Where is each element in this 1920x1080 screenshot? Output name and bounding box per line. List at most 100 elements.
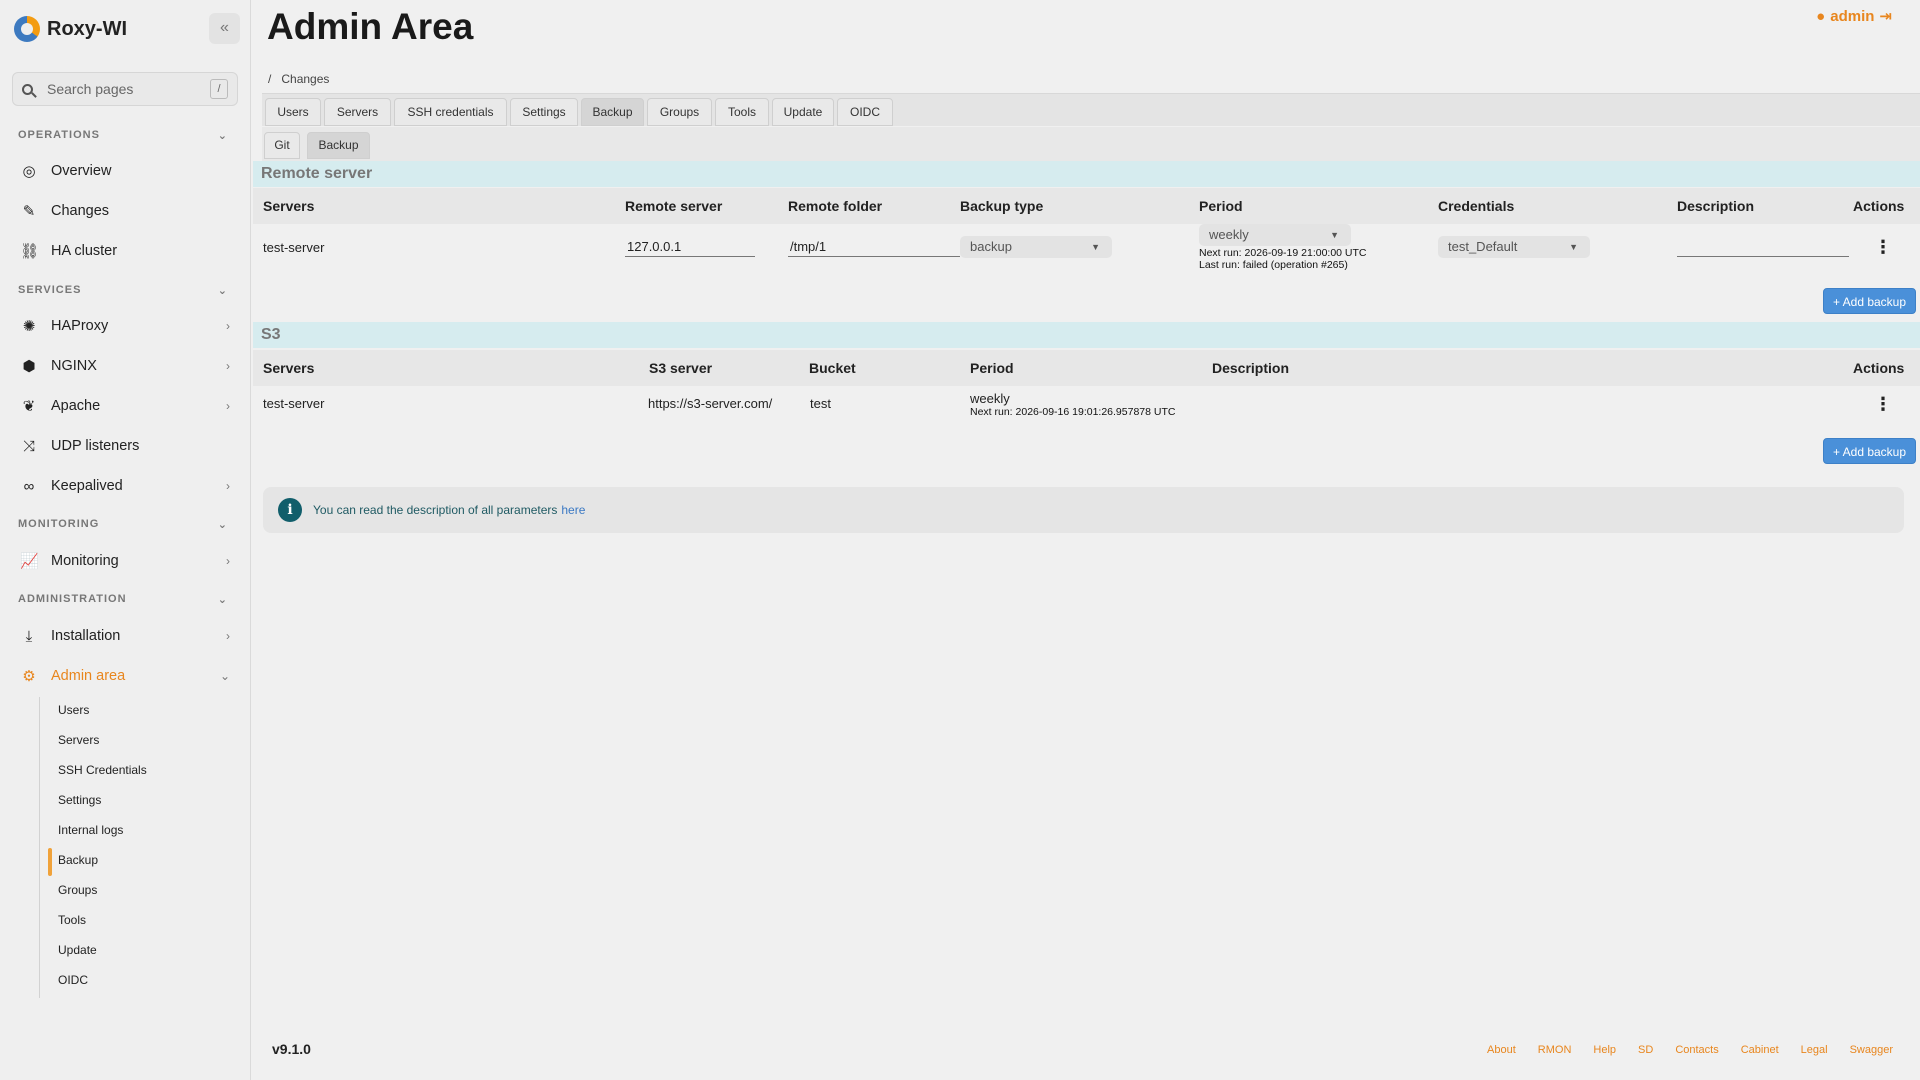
server-name: test-server — [263, 396, 325, 411]
sidebar-item-apache[interactable]: ❦ Apache › — [20, 392, 230, 420]
submenu-item-ssh-credentials[interactable]: SSH Credentials — [58, 760, 147, 780]
server-name: test-server — [263, 240, 325, 255]
section-operations[interactable]: OPERATIONS ⌄ — [18, 129, 228, 142]
section-services[interactable]: SERVICES ⌄ — [18, 284, 228, 297]
footer-link-cabinet[interactable]: Cabinet — [1741, 1044, 1779, 1056]
footer-link-legal[interactable]: Legal — [1801, 1044, 1828, 1056]
select-value: test_Default — [1448, 239, 1518, 254]
tab-users[interactable]: Users — [265, 98, 321, 126]
subtab-backup[interactable]: Backup — [307, 132, 370, 159]
sidebar-item-label: HA cluster — [51, 243, 118, 259]
footer-link-help[interactable]: Help — [1593, 1044, 1616, 1056]
sidebar-item-installation[interactable]: ⤓ Installation › — [20, 622, 230, 650]
breadcrumb-separator: / — [268, 72, 272, 86]
submenu-item-oidc[interactable]: OIDC — [58, 970, 88, 990]
add-remote-backup-button[interactable]: + Add backup — [1823, 288, 1916, 314]
section-monitoring[interactable]: MONITORING ⌄ — [18, 518, 228, 531]
footer-link-rmon[interactable]: RMON — [1538, 1044, 1572, 1056]
sidebar-item-overview[interactable]: ◎ Overview — [20, 157, 230, 185]
actions-menu-icon[interactable]: ⋮ — [1874, 395, 1892, 413]
tab-oidc[interactable]: OIDC — [837, 98, 893, 126]
sidebar-item-label: UDP listeners — [51, 438, 140, 454]
backup-type-select[interactable]: backup ▼ — [960, 236, 1112, 258]
sidebar-item-label: Installation — [51, 628, 121, 644]
tab-settings[interactable]: Settings — [510, 98, 578, 126]
info-link[interactable]: here — [561, 503, 585, 517]
active-indicator — [48, 848, 52, 876]
column-header: Servers — [263, 198, 315, 214]
sidebar-item-changes[interactable]: ✎ Changes — [20, 197, 230, 225]
sidebar-item-label: Overview — [51, 163, 112, 179]
caret-down-icon: ▼ — [1330, 230, 1339, 240]
remote-folder-input[interactable] — [788, 237, 960, 257]
remote-server-input[interactable] — [625, 237, 755, 257]
sidebar-item-udp-listeners[interactable]: ⤨ UDP listeners — [20, 432, 230, 460]
page-title: Admin Area — [267, 6, 474, 47]
chevron-right-icon: › — [226, 399, 230, 413]
tab-tools[interactable]: Tools — [715, 98, 769, 126]
sidebar-item-nginx[interactable]: ⬢ NGINX › — [20, 352, 230, 380]
brand[interactable]: Roxy-WI — [14, 14, 127, 44]
column-header: Remote server — [625, 198, 723, 214]
gear-icon: ⚙ — [22, 668, 36, 685]
submenu-item-groups[interactable]: Groups — [58, 880, 97, 900]
sidebar-item-admin-area[interactable]: ⚙ Admin area ⌄ — [20, 662, 230, 690]
sidebar-item-label: NGINX — [51, 358, 97, 374]
s3-server-url: https://s3-server.com/ — [648, 396, 773, 411]
period-value: weekly — [970, 391, 1010, 406]
last-run: Last run: failed (operation #265) — [1199, 259, 1348, 271]
section-administration[interactable]: ADMINISTRATION ⌄ — [18, 593, 228, 606]
footer-link-swagger[interactable]: Swagger — [1850, 1044, 1893, 1056]
user-menu[interactable]: ● admin ⇥ — [1816, 7, 1892, 26]
column-header: Actions — [1853, 198, 1905, 214]
submenu-item-settings[interactable]: Settings — [58, 790, 101, 810]
cluster-icon: ⛓ — [20, 243, 40, 260]
sidebar-item-label: Monitoring — [51, 553, 119, 569]
tab-groups[interactable]: Groups — [647, 98, 712, 126]
column-header: Description — [1677, 198, 1755, 214]
chevron-right-icon: › — [226, 359, 230, 373]
haproxy-icon: ✺ — [22, 318, 36, 335]
actions-menu-icon[interactable]: ⋮ — [1874, 238, 1892, 256]
breadcrumb-item[interactable]: Changes — [281, 72, 329, 86]
submenu-item-backup[interactable]: Backup — [58, 850, 98, 870]
collapse-sidebar-button[interactable]: « — [209, 13, 240, 44]
brand-name: Roxy-WI — [47, 17, 127, 40]
user-icon: ● — [1816, 7, 1826, 25]
chevron-right-icon: › — [226, 554, 230, 568]
tab-update[interactable]: Update — [772, 98, 834, 126]
chevron-right-icon: › — [226, 629, 230, 643]
sidebar-item-ha-cluster[interactable]: ⛓ HA cluster — [20, 237, 230, 265]
column-header: Servers — [263, 360, 315, 376]
description-input[interactable] — [1677, 237, 1849, 257]
sidebar-item-monitoring[interactable]: 📈 Monitoring › — [20, 547, 230, 575]
footer-link-contacts[interactable]: Contacts — [1675, 1044, 1718, 1056]
submenu-item-users[interactable]: Users — [58, 700, 89, 720]
section-label: SERVICES — [18, 284, 82, 296]
submenu-item-tools[interactable]: Tools — [58, 910, 86, 930]
tab-servers[interactable]: Servers — [324, 98, 391, 126]
search-input[interactable] — [47, 81, 207, 97]
sidebar-item-label: HAProxy — [51, 318, 109, 334]
search-box[interactable]: / — [12, 72, 238, 106]
logout-icon[interactable]: ⇥ — [1879, 7, 1892, 25]
column-header: Backup type — [960, 198, 1044, 214]
footer-link-sd[interactable]: SD — [1638, 1044, 1653, 1056]
sidebar-item-keepalived[interactable]: ∞ Keepalived › — [20, 472, 230, 500]
feather-icon: ❦ — [22, 398, 36, 415]
add-s3-backup-button[interactable]: + Add backup — [1823, 438, 1916, 464]
sidebar-item-label: Apache — [51, 398, 101, 414]
tab-backup[interactable]: Backup — [581, 98, 644, 126]
backup-subtabbar: Git Backup — [262, 127, 1920, 161]
submenu-item-servers[interactable]: Servers — [58, 730, 99, 750]
tab-ssh-credentials[interactable]: SSH credentials — [394, 98, 507, 126]
chevron-right-icon: › — [226, 479, 230, 493]
submenu-item-update[interactable]: Update — [58, 940, 97, 960]
sidebar-item-haproxy[interactable]: ✺ HAProxy › — [20, 312, 230, 340]
column-header: Remote folder — [788, 198, 883, 214]
footer-link-about[interactable]: About — [1487, 1044, 1516, 1056]
submenu-item-internal-logs[interactable]: Internal logs — [58, 820, 123, 840]
subtab-git[interactable]: Git — [264, 132, 300, 159]
period-select[interactable]: weekly ▼ — [1199, 224, 1351, 246]
credentials-select[interactable]: test_Default ▼ — [1438, 236, 1590, 258]
